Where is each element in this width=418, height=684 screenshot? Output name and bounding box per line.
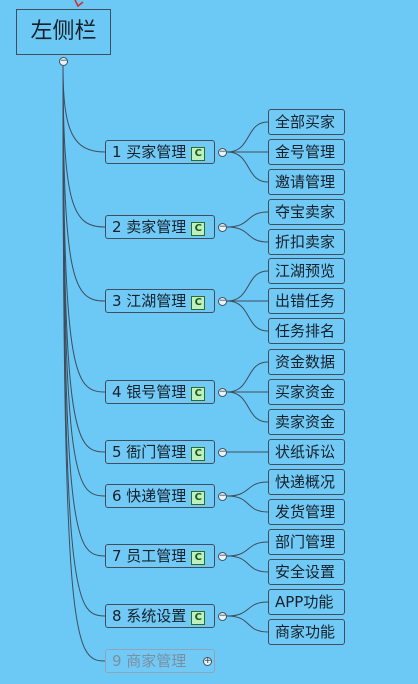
category-label: 9 商家管理	[112, 652, 187, 670]
collapse-toggle[interactable]: −	[218, 448, 227, 457]
branch-link	[226, 541, 269, 557]
leaf-node[interactable]: 折扣卖家	[268, 229, 345, 255]
leaf-node[interactable]: 卖家资金	[268, 409, 345, 435]
leaf-node[interactable]: 买家资金	[268, 379, 345, 405]
leaf-node[interactable]: 安全设置	[268, 559, 345, 585]
category-label: 6 快递管理	[112, 487, 187, 505]
mindmap-canvas: 左侧栏 − 1 买家管理 C − 全部买家金号管理邀请管理 2 卖家管理 C − 夺宝卖家折扣…	[0, 0, 418, 684]
branch-link	[226, 615, 269, 633]
collapse-toggle[interactable]: −	[218, 612, 227, 621]
category-label: 2 卖家管理	[112, 218, 187, 236]
root-node[interactable]: 左侧栏	[16, 9, 111, 55]
category-node[interactable]: 1 买家管理 C	[105, 140, 215, 164]
category-node[interactable]: 3 江湖管理 C	[105, 289, 215, 313]
c-badge-icon: C	[191, 296, 206, 310]
root-link	[62, 65, 106, 228]
branch-link	[226, 481, 269, 497]
branch-link	[226, 151, 269, 183]
leaf-node[interactable]: 夺宝卖家	[268, 199, 345, 225]
leaf-node[interactable]: 资金数据	[268, 349, 345, 375]
leaf-node[interactable]: 发货管理	[268, 499, 345, 525]
c-badge-icon: C	[191, 611, 206, 625]
category-label: 3 江湖管理	[112, 292, 187, 310]
branch-link	[226, 361, 269, 393]
collapse-toggle[interactable]: −	[218, 552, 227, 561]
leaf-node[interactable]: 金号管理	[268, 139, 345, 165]
branch-link	[226, 555, 269, 573]
leaf-node[interactable]: 邀请管理	[268, 169, 345, 195]
leaf-node[interactable]: 江湖预览	[268, 258, 345, 284]
category-label: 8 系统设置	[112, 607, 187, 625]
category-label: 1 买家管理	[112, 143, 187, 161]
root-link	[62, 65, 106, 302]
branch-link	[226, 391, 269, 423]
collapse-toggle[interactable]: −	[218, 297, 227, 306]
c-badge-icon: C	[191, 551, 206, 565]
leaf-node[interactable]: APP功能	[268, 589, 345, 615]
collapse-toggle[interactable]: −	[218, 492, 227, 501]
collapse-toggle[interactable]: −	[218, 388, 227, 397]
collapse-toggle[interactable]: −	[218, 223, 227, 232]
branch-link	[226, 495, 269, 513]
category-node[interactable]: 2 卖家管理 C	[105, 215, 215, 239]
c-badge-icon: C	[191, 447, 206, 461]
root-link	[62, 65, 106, 453]
c-badge-icon: C	[191, 491, 206, 505]
category-node[interactable]: 6 快递管理 C	[105, 484, 215, 508]
root-link	[62, 65, 106, 153]
leaf-node[interactable]: 部门管理	[268, 529, 345, 555]
leaf-node[interactable]: 快递概况	[268, 469, 345, 495]
leaf-node[interactable]: 出错任务	[268, 288, 345, 314]
branch-link	[226, 121, 269, 153]
branch-link	[226, 300, 269, 332]
root-link	[62, 65, 106, 393]
arrow-icon	[74, 0, 84, 8]
branch-link	[226, 601, 269, 617]
collapse-toggle[interactable]: −	[218, 148, 227, 157]
leaf-node[interactable]: 状纸诉讼	[268, 439, 345, 465]
root-collapse-toggle[interactable]: −	[59, 57, 68, 66]
leaf-node[interactable]: 商家功能	[268, 619, 345, 645]
branch-link	[226, 270, 269, 302]
category-node[interactable]: 8 系统设置 C	[105, 604, 215, 628]
category-node[interactable]: 4 银号管理 C	[105, 380, 215, 404]
category-node[interactable]: 7 员工管理 C	[105, 544, 215, 568]
expand-toggle[interactable]: +	[203, 657, 212, 666]
category-label: 5 衙门管理	[112, 443, 187, 461]
c-badge-icon: C	[191, 147, 206, 161]
leaf-node[interactable]: 任务排名	[268, 318, 345, 344]
connector-lines	[62, 65, 269, 662]
leaf-node[interactable]: 全部买家	[268, 109, 345, 135]
branch-link	[226, 226, 269, 243]
root-link	[62, 65, 106, 497]
root-link	[62, 65, 106, 557]
category-node[interactable]: 9 商家管理	[105, 649, 215, 673]
category-node[interactable]: 5 衙门管理 C	[105, 440, 215, 464]
category-label: 7 员工管理	[112, 547, 187, 565]
branch-link	[226, 211, 269, 228]
c-badge-icon: C	[191, 222, 206, 236]
category-label: 4 银号管理	[112, 383, 187, 401]
c-badge-icon: C	[191, 387, 206, 401]
